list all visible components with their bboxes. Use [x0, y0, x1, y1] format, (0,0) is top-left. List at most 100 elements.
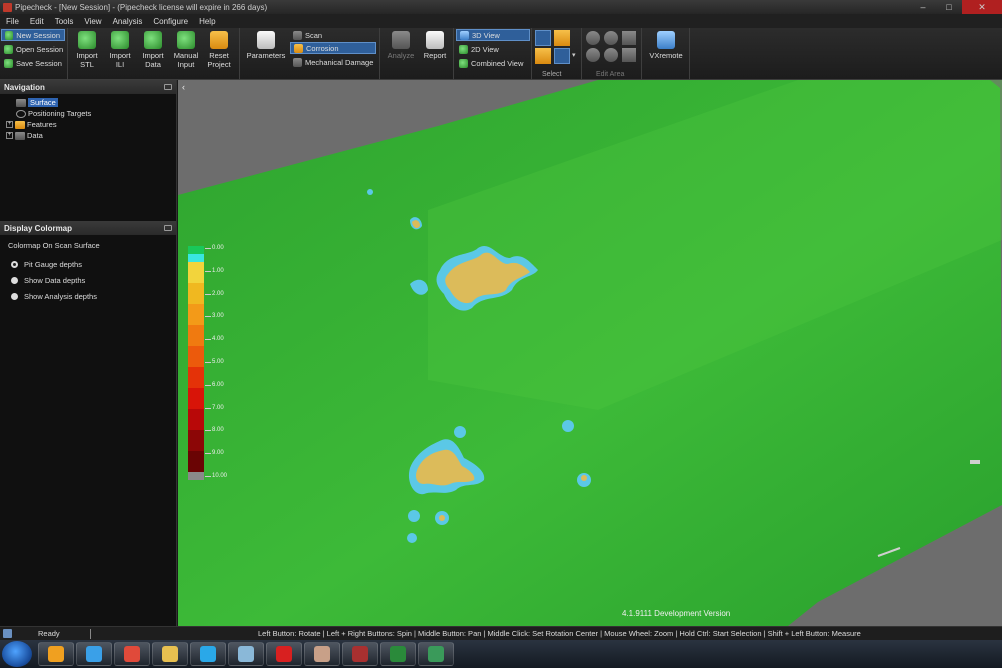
select-brush-icon[interactable]: [535, 48, 551, 64]
select-lasso-icon[interactable]: [554, 30, 570, 46]
manual-input-icon: [177, 31, 195, 49]
legend-tick: [205, 408, 211, 409]
corrosion-label: Corrosion: [306, 43, 339, 53]
taskbar-file-explorer-button[interactable]: [152, 642, 188, 666]
import-ili-button[interactable]: Import ILI: [103, 30, 137, 78]
taskbar-notepad-button[interactable]: [228, 642, 264, 666]
radio-button[interactable]: [11, 292, 18, 300]
vxremote-label: VXremote: [649, 51, 683, 60]
new-session-label: New Session: [16, 30, 60, 40]
start-button-icon[interactable]: [2, 641, 32, 667]
open-session-button[interactable]: Open Session: [1, 43, 67, 55]
new-session-icon: [5, 30, 14, 40]
tree-item-features[interactable]: + Features: [0, 119, 176, 130]
scan-mode-button[interactable]: Scan: [290, 29, 326, 41]
expand-icon[interactable]: +: [6, 121, 13, 128]
scan-surface-render[interactable]: [178, 80, 1002, 626]
manual-input-button[interactable]: Manual Input: [169, 30, 203, 78]
2d-view-button[interactable]: 2D View: [456, 43, 503, 55]
tree-item-positioning-targets-label: Positioning Targets: [28, 109, 92, 118]
pin-icon[interactable]: [164, 84, 172, 90]
legend-swatch: [188, 246, 204, 254]
edit-area-icon-4[interactable]: [586, 48, 600, 62]
title-bar: Pipecheck - [New Session] - (Pipecheck l…: [0, 0, 1002, 14]
new-session-button[interactable]: New Session: [1, 29, 65, 41]
taskbar-acrobat-button[interactable]: [266, 642, 302, 666]
edit-area-icon-2[interactable]: [604, 31, 618, 45]
radio-button[interactable]: [11, 260, 18, 268]
legend-label: 7.00: [212, 405, 224, 411]
menu-edit[interactable]: Edit: [30, 17, 44, 26]
select-rect-icon[interactable]: [535, 30, 551, 46]
edit-area-icon-6[interactable]: [622, 48, 636, 62]
menu-view[interactable]: View: [84, 17, 101, 26]
select-dropdown-icon[interactable]: ▾: [572, 51, 576, 59]
notepad-icon: [238, 646, 254, 662]
radio-show-data-depths[interactable]: Show Data depths: [8, 272, 176, 288]
menu-configure[interactable]: Configure: [153, 17, 188, 26]
edit-area-icon-3[interactable]: [622, 31, 636, 45]
manual-input-label-2: Input: [177, 60, 195, 69]
select-surface-icon[interactable]: [554, 48, 570, 64]
import-group: Import STL Import ILI Import Data Manual…: [68, 28, 240, 80]
corrosion-mode-button[interactable]: Corrosion: [290, 42, 376, 54]
legend-tick: [205, 453, 211, 454]
ribbon-toolbar: New Session Open Session Save Session Im…: [0, 28, 1002, 80]
import-data-label-2: Data: [145, 60, 161, 69]
colormap-subtitle: Colormap On Scan Surface: [8, 241, 100, 250]
2d-view-label: 2D View: [471, 44, 499, 54]
collapse-panel-icon[interactable]: ‹: [182, 82, 185, 92]
reset-project-button[interactable]: Reset Project: [202, 30, 236, 78]
legend-tick: [205, 476, 211, 477]
tree-item-positioning-targets[interactable]: Positioning Targets: [0, 108, 176, 119]
legend-tick: [205, 430, 211, 431]
colormap-legend: 0.00 1.00 2.00 3.00 4.00 5.00 6.00 7.00 8.00 9.00…: [188, 245, 248, 480]
taskbar-internet-explorer-button[interactable]: [76, 642, 112, 666]
3d-viewport[interactable]: ‹ 0.00 1.00 2.00 3.00 4.00 5.00 6.00 7.00 8.00 9.…: [178, 80, 1002, 626]
minimize-button[interactable]: –: [910, 0, 936, 14]
taskbar-skype-button[interactable]: [190, 642, 226, 666]
navigation-tree: Surface Positioning Targets + Features +…: [0, 94, 176, 222]
pipecheck-icon: [352, 646, 368, 662]
legend-swatch: [188, 451, 204, 472]
taskbar-image-viewer-button[interactable]: [418, 642, 454, 666]
import-stl-button[interactable]: Import STL: [70, 30, 104, 78]
tree-item-surface[interactable]: Surface: [0, 97, 176, 108]
taskbar-chrome-button[interactable]: [114, 642, 150, 666]
menu-tools[interactable]: Tools: [55, 17, 74, 26]
display-colormap-title: Display Colormap: [4, 223, 73, 233]
vxremote-button[interactable]: VXremote: [648, 30, 684, 78]
menu-help[interactable]: Help: [199, 17, 215, 26]
parameters-button[interactable]: Parameters: [246, 30, 286, 78]
radio-label: Show Analysis depths: [24, 291, 97, 301]
combined-view-button[interactable]: Combined View: [456, 57, 527, 69]
pin-icon[interactable]: [164, 225, 172, 231]
mechanical-damage-button[interactable]: Mechanical Damage: [290, 56, 377, 68]
edit-area-icon-1[interactable]: [586, 31, 600, 45]
2d-view-icon: [459, 44, 468, 54]
legend-tick: [205, 271, 211, 272]
report-button[interactable]: Report: [418, 30, 452, 78]
menu-analysis[interactable]: Analysis: [113, 17, 143, 26]
close-button[interactable]: ✕: [962, 0, 1002, 14]
taskbar-pipecheck-button[interactable]: [342, 642, 378, 666]
taskbar-outlook-button[interactable]: [38, 642, 74, 666]
reset-project-label-1: Reset: [209, 51, 229, 60]
expand-icon[interactable]: +: [6, 132, 13, 139]
analyze-button[interactable]: Analyze: [384, 30, 418, 78]
import-data-button[interactable]: Import Data: [136, 30, 170, 78]
menu-file[interactable]: File: [6, 17, 19, 26]
taskbar-excel-button[interactable]: [380, 642, 416, 666]
radio-pit-gauge-depths[interactable]: Pit Gauge depths: [8, 256, 176, 272]
3d-view-button[interactable]: 3D View: [456, 29, 530, 41]
radio-button[interactable]: [11, 276, 18, 284]
radio-label: Pit Gauge depths: [24, 259, 82, 269]
maximize-button[interactable]: □: [936, 0, 962, 14]
tree-item-data[interactable]: + Data: [0, 130, 176, 141]
window-title: Pipecheck - [New Session] - (Pipecheck l…: [15, 2, 268, 12]
save-session-button[interactable]: Save Session: [1, 57, 66, 69]
radio-show-analysis-depths[interactable]: Show Analysis depths: [8, 288, 176, 304]
import-data-label-1: Import: [142, 51, 164, 60]
edit-area-icon-5[interactable]: [604, 48, 618, 62]
taskbar-paint-button[interactable]: [304, 642, 340, 666]
